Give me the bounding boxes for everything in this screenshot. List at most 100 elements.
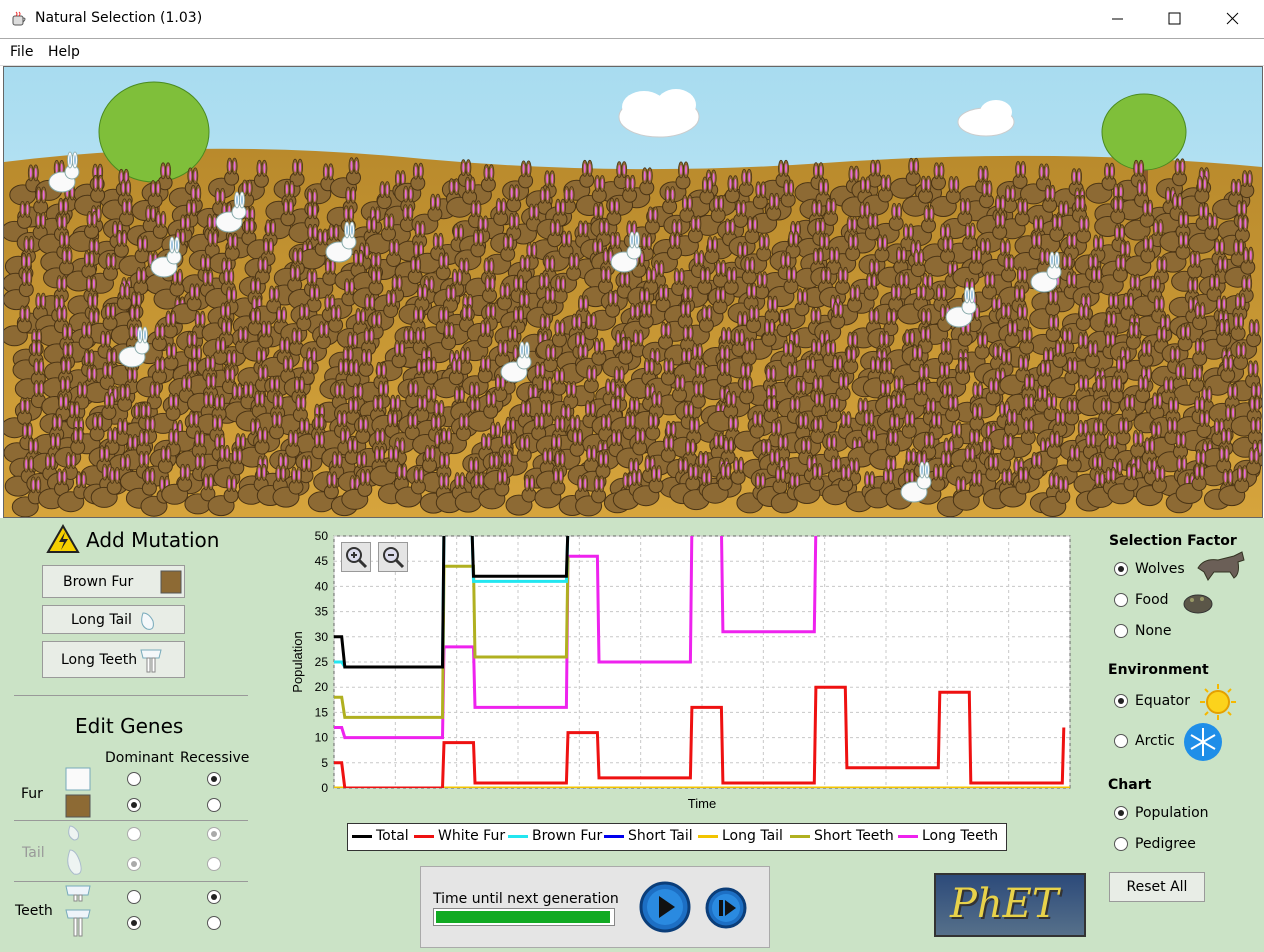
- wolves-label: Wolves: [1135, 561, 1185, 577]
- fur-dominant-brown-radio[interactable]: [127, 798, 141, 812]
- legend-item: Short Tail: [604, 828, 693, 846]
- y-tick-label: 15: [315, 705, 329, 719]
- fur-label: Fur: [21, 786, 43, 802]
- arctic-radio[interactable]: [1114, 734, 1128, 748]
- pedigree-radio[interactable]: [1114, 837, 1128, 851]
- white-fur-icon: [65, 767, 91, 791]
- timer-label: Time until next generation: [433, 891, 619, 907]
- minimize-icon[interactable]: [1094, 0, 1140, 38]
- wolves-radio[interactable]: [1114, 562, 1128, 576]
- environment-title: Environment: [1108, 662, 1209, 678]
- step-icon: [705, 887, 747, 929]
- teeth-recessive-short-radio[interactable]: [207, 890, 221, 904]
- divider: [14, 881, 248, 882]
- tail-recessive-short-radio[interactable]: [207, 827, 221, 841]
- population-chart: 0 5 10 15 20 25 30 35 40 45 50 Population Time: [290, 526, 1080, 816]
- zoom-in-button[interactable]: [341, 542, 371, 572]
- legend-item: Brown Fur: [508, 828, 602, 846]
- step-button[interactable]: [705, 887, 747, 929]
- legend-item: Total: [352, 828, 409, 846]
- window-titlebar: Natural Selection (1.03): [0, 0, 1264, 38]
- y-tick-label: 10: [315, 731, 329, 745]
- y-axis-label: Population: [290, 631, 305, 692]
- tail-label: Tail: [22, 845, 45, 861]
- fur-dominant-white-radio[interactable]: [127, 772, 141, 786]
- pedigree-label: Pedigree: [1135, 836, 1196, 852]
- long-tail-icon: [141, 612, 154, 630]
- timer-progress-fill: [436, 911, 610, 923]
- zoom-out-icon: [383, 547, 405, 569]
- none-label: None: [1135, 623, 1172, 639]
- population-label: Population: [1135, 805, 1209, 821]
- legend-swatch: [604, 834, 624, 838]
- legend-swatch: [414, 834, 434, 838]
- teeth-dominant-long-radio[interactable]: [127, 916, 141, 930]
- y-tick-label: 25: [315, 655, 329, 669]
- brown-fur-button[interactable]: Brown Fur: [42, 565, 185, 598]
- long-teeth-button[interactable]: Long Teeth: [42, 641, 185, 678]
- sun-icon: [1200, 684, 1236, 720]
- fur-recessive-brown-radio[interactable]: [207, 798, 221, 812]
- x-axis-label: Time: [688, 796, 716, 811]
- generation-timer-panel: Time until next generation: [420, 866, 770, 948]
- short-teeth-icon: [65, 885, 91, 902]
- legend-swatch: [352, 834, 372, 838]
- equator-label: Equator: [1135, 693, 1190, 709]
- play-button[interactable]: [639, 881, 691, 933]
- zoom-out-button[interactable]: [378, 542, 408, 572]
- legend-item: Long Teeth: [898, 828, 998, 846]
- long-teeth-icon: [65, 909, 91, 937]
- chart-title: Chart: [1108, 777, 1152, 793]
- wolf-icon: [1197, 551, 1245, 581]
- recessive-header: Recessive: [180, 750, 250, 766]
- legend-label: Short Teeth: [814, 828, 894, 844]
- legend-item: Short Teeth: [790, 828, 894, 846]
- legend-label: Total: [376, 828, 409, 844]
- snowflake-icon: [1184, 723, 1222, 761]
- cloud-icon: [618, 89, 700, 138]
- menu-file[interactable]: File: [10, 44, 33, 60]
- fur-recessive-white-radio[interactable]: [207, 772, 221, 786]
- divider: [14, 695, 248, 696]
- legend-swatch: [698, 834, 718, 838]
- population-radio[interactable]: [1114, 806, 1128, 820]
- food-label: Food: [1135, 592, 1169, 608]
- short-tail-icon: [68, 825, 79, 841]
- phet-logo[interactable]: PhET: [934, 873, 1086, 937]
- zoom-in-icon: [346, 547, 368, 569]
- maximize-icon[interactable]: [1151, 0, 1197, 38]
- legend-label: Long Teeth: [922, 828, 999, 844]
- food-radio[interactable]: [1114, 593, 1128, 607]
- chart-legend: Total White Fur Brown Fur Short Tail Long Ta…: [347, 823, 1007, 851]
- long-tail-button[interactable]: Long Tail: [42, 605, 185, 634]
- legend-label: White Fur: [438, 828, 506, 844]
- legend-swatch: [790, 834, 810, 838]
- divider: [14, 820, 248, 821]
- reset-all-button[interactable]: Reset All: [1109, 872, 1205, 902]
- brown-fur-icon: [65, 794, 91, 818]
- phet-logo-text: PhET: [950, 881, 1059, 927]
- y-tick-label: 5: [321, 756, 328, 770]
- close-icon[interactable]: [1209, 0, 1255, 38]
- habitat-scene[interactable]: [3, 66, 1263, 518]
- y-tick-label: 30: [315, 630, 329, 644]
- y-tick-label: 35: [315, 605, 329, 619]
- dominant-header: Dominant: [105, 750, 174, 766]
- legend-label: Brown Fur: [532, 828, 603, 844]
- menu-help[interactable]: Help: [48, 44, 80, 60]
- teeth-recessive-long-radio[interactable]: [207, 916, 221, 930]
- tail-recessive-long-radio[interactable]: [207, 857, 221, 871]
- legend-label: Short Tail: [628, 828, 693, 844]
- long-teeth-icon: [140, 649, 162, 673]
- tail-dominant-short-radio[interactable]: [127, 827, 141, 841]
- legend-label: Long Tail: [722, 828, 783, 844]
- y-tick-label: 0: [321, 781, 328, 795]
- equator-radio[interactable]: [1114, 694, 1128, 708]
- arctic-label: Arctic: [1135, 733, 1175, 749]
- warning-icon: [46, 524, 80, 553]
- legend-item: Long Tail: [698, 828, 783, 846]
- legend-swatch: [898, 834, 918, 838]
- none-radio[interactable]: [1114, 624, 1128, 638]
- teeth-dominant-short-radio[interactable]: [127, 890, 141, 904]
- tail-dominant-long-radio[interactable]: [127, 857, 141, 871]
